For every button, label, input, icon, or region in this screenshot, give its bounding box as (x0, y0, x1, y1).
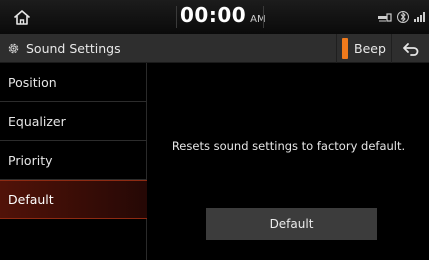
status-divider-right (263, 6, 264, 28)
title-bar: Sound Settings Beep (0, 34, 429, 63)
beep-label: Beep (354, 41, 386, 56)
menu-item-label: Default (8, 192, 54, 207)
settings-menu: Position Equalizer Priority Default (0, 63, 147, 260)
home-icon (13, 9, 31, 25)
status-divider-left (176, 6, 177, 28)
beep-button[interactable]: Beep (336, 34, 390, 63)
menu-item-position[interactable]: Position (0, 63, 147, 102)
back-arrow-icon (402, 42, 418, 56)
bluetooth-icon (397, 11, 409, 23)
page-title: Sound Settings (7, 34, 121, 63)
gear-icon (8, 43, 19, 54)
page-title-text: Sound Settings (26, 41, 121, 56)
status-bar: 00:00 AM (0, 0, 429, 34)
menu-item-equalizer[interactable]: Equalizer (0, 102, 147, 141)
default-button[interactable]: Default (206, 208, 377, 240)
home-button[interactable] (0, 0, 44, 34)
menu-item-priority[interactable]: Priority (0, 141, 147, 180)
content-panel: Resets sound settings to factory default… (148, 63, 429, 260)
status-icons (377, 8, 427, 26)
menu-item-default[interactable]: Default (0, 180, 147, 219)
clock: 00:00 AM (180, 3, 266, 31)
beep-indicator (342, 38, 348, 59)
menu-item-label: Position (8, 74, 57, 90)
sound-settings-screen: 00:00 AM Sound Settings Beep Position Eq… (0, 0, 429, 260)
description-text: Resets sound settings to factory default… (171, 139, 406, 153)
usb-icon (378, 13, 392, 22)
back-button[interactable] (391, 34, 429, 63)
clock-time: 00:00 (180, 3, 247, 27)
menu-item-label: Equalizer (8, 113, 66, 129)
signal-icon (414, 12, 425, 22)
menu-item-label: Priority (8, 152, 53, 168)
